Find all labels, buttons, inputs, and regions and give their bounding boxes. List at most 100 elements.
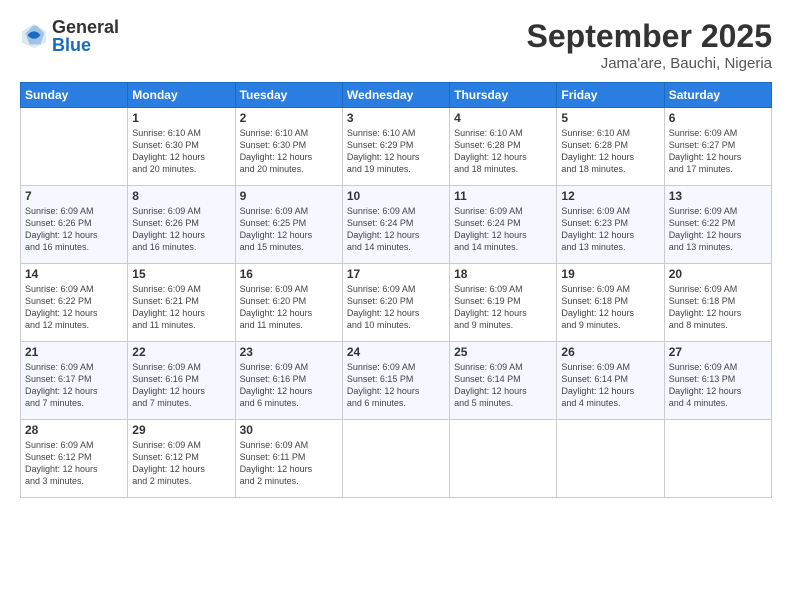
day-number: 10 xyxy=(347,189,445,203)
day-info: Sunrise: 6:09 AM Sunset: 6:16 PM Dayligh… xyxy=(132,361,230,410)
day-info: Sunrise: 6:09 AM Sunset: 6:15 PM Dayligh… xyxy=(347,361,445,410)
day-info: Sunrise: 6:09 AM Sunset: 6:27 PM Dayligh… xyxy=(669,127,767,176)
col-header-monday: Monday xyxy=(128,83,235,108)
day-cell: 14Sunrise: 6:09 AM Sunset: 6:22 PM Dayli… xyxy=(21,264,128,342)
col-header-thursday: Thursday xyxy=(450,83,557,108)
day-cell: 2 Sunrise: 6:10 AM Sunset: 6:30 PM Daylig… xyxy=(235,108,342,186)
day-info: Sunrise: 6:09 AM Sunset: 6:12 PM Dayligh… xyxy=(132,439,230,488)
day-cell: 3Sunrise: 6:10 AM Sunset: 6:29 PM Daylig… xyxy=(342,108,449,186)
day-cell: 7Sunrise: 6:09 AM Sunset: 6:26 PM Daylig… xyxy=(21,186,128,264)
day-cell: 30 Sunrise: 6:09 AM Sunset: 6:11 PM Dayli… xyxy=(235,420,342,498)
day-number: 19 xyxy=(561,267,659,281)
title-block: September 2025 Jama'are, Bauchi, Nigeria xyxy=(527,18,772,72)
day-number: 2 xyxy=(240,111,338,125)
day-cell: 22 Sunrise: 6:09 AM Sunset: 6:16 PM Dayli… xyxy=(128,342,235,420)
day-info: Sunrise: 6:10 AM Sunset: 6:28 PM Dayligh… xyxy=(454,127,552,176)
day-number: 23 xyxy=(240,345,338,359)
day-number: 12 xyxy=(561,189,659,203)
day-cell: 9 Sunrise: 6:09 AM Sunset: 6:25 PM Daylig… xyxy=(235,186,342,264)
day-info: Sunrise: 6:09 AM Sunset: 6:24 PM Dayligh… xyxy=(454,205,552,254)
day-info: Sunrise: 6:09 AM Sunset: 6:25 PM Dayligh… xyxy=(240,205,338,254)
day-info: Sunrise: 6:09 AM Sunset: 6:16 PM Dayligh… xyxy=(240,361,338,410)
week-row-4: 21 Sunrise: 6:09 AM Sunset: 6:17 PM Dayli… xyxy=(21,342,772,420)
day-number: 22 xyxy=(132,345,230,359)
day-number: 3 xyxy=(347,111,445,125)
day-info: Sunrise: 6:09 AM Sunset: 6:11 PM Dayligh… xyxy=(240,439,338,488)
day-info: Sunrise: 6:09 AM Sunset: 6:17 PM Dayligh… xyxy=(25,361,123,410)
week-row-3: 14Sunrise: 6:09 AM Sunset: 6:22 PM Dayli… xyxy=(21,264,772,342)
day-info: Sunrise: 6:10 AM Sunset: 6:28 PM Dayligh… xyxy=(561,127,659,176)
day-cell: 6 Sunrise: 6:09 AM Sunset: 6:27 PM Daylig… xyxy=(664,108,771,186)
day-cell: 26 Sunrise: 6:09 AM Sunset: 6:14 PM Dayli… xyxy=(557,342,664,420)
day-cell: 18 Sunrise: 6:09 AM Sunset: 6:19 PM Dayli… xyxy=(450,264,557,342)
day-info: Sunrise: 6:09 AM Sunset: 6:22 PM Dayligh… xyxy=(669,205,767,254)
day-cell: 28Sunrise: 6:09 AM Sunset: 6:12 PM Dayli… xyxy=(21,420,128,498)
day-cell: 8 Sunrise: 6:09 AM Sunset: 6:26 PM Daylig… xyxy=(128,186,235,264)
day-cell: 17Sunrise: 6:09 AM Sunset: 6:20 PM Dayli… xyxy=(342,264,449,342)
day-info: Sunrise: 6:09 AM Sunset: 6:26 PM Dayligh… xyxy=(132,205,230,254)
day-number: 4 xyxy=(454,111,552,125)
week-row-5: 28 Sunrise: 6:09 AM Sunset: 6:12 PM Dayli… xyxy=(21,420,772,498)
calendar: SundayMondayTuesdayWednesdayThursdayFrid… xyxy=(20,82,772,498)
day-number: 29 xyxy=(132,423,230,437)
day-info: Sunrise: 6:09 AM Sunset: 6:19 PM Dayligh… xyxy=(454,283,552,332)
col-header-tuesday: Tuesday xyxy=(235,83,342,108)
logo-icon xyxy=(20,22,48,50)
day-cell: 27Sunrise: 6:09 AM Sunset: 6:13 PM Dayli… xyxy=(664,342,771,420)
day-info: Sunrise: 6:09 AM Sunset: 6:14 PM Dayligh… xyxy=(561,361,659,410)
day-info: Sunrise: 6:09 AM Sunset: 6:23 PM Dayligh… xyxy=(561,205,659,254)
day-info: Sunrise: 6:09 AM Sunset: 6:18 PM Dayligh… xyxy=(561,283,659,332)
day-cell: 29 Sunrise: 6:09 AM Sunset: 6:12 PM Dayli… xyxy=(128,420,235,498)
week-row-1: 1 Sunrise: 6:10 AM Sunset: 6:30 PM Daylig… xyxy=(21,108,772,186)
day-number: 25 xyxy=(454,345,552,359)
logo-general: General xyxy=(52,18,119,36)
day-cell: 16 Sunrise: 6:09 AM Sunset: 6:20 PM Dayli… xyxy=(235,264,342,342)
day-cell: 15Sunrise: 6:09 AM Sunset: 6:21 PM Dayli… xyxy=(128,264,235,342)
day-number: 8 xyxy=(132,189,230,203)
day-number: 9 xyxy=(240,189,338,203)
day-info: Sunrise: 6:09 AM Sunset: 6:13 PM Dayligh… xyxy=(669,361,767,410)
logo-text: General Blue xyxy=(52,18,119,54)
subtitle: Jama'are, Bauchi, Nigeria xyxy=(527,55,772,72)
day-cell: 25 Sunrise: 6:09 AM Sunset: 6:14 PM Dayli… xyxy=(450,342,557,420)
day-cell xyxy=(664,420,771,498)
day-cell: 21 Sunrise: 6:09 AM Sunset: 6:17 PM Dayli… xyxy=(21,342,128,420)
day-number: 16 xyxy=(240,267,338,281)
day-cell: 1 Sunrise: 6:10 AM Sunset: 6:30 PM Daylig… xyxy=(128,108,235,186)
day-info: Sunrise: 6:09 AM Sunset: 6:24 PM Dayligh… xyxy=(347,205,445,254)
day-info: Sunrise: 6:09 AM Sunset: 6:18 PM Dayligh… xyxy=(669,283,767,332)
day-number: 28 xyxy=(25,423,123,437)
col-header-sunday: Sunday xyxy=(21,83,128,108)
day-cell: 19 Sunrise: 6:09 AM Sunset: 6:18 PM Dayli… xyxy=(557,264,664,342)
day-info: Sunrise: 6:09 AM Sunset: 6:26 PM Dayligh… xyxy=(25,205,123,254)
col-header-friday: Friday xyxy=(557,83,664,108)
day-cell: 5Sunrise: 6:10 AM Sunset: 6:28 PM Daylig… xyxy=(557,108,664,186)
day-number: 1 xyxy=(132,111,230,125)
day-cell: 11 Sunrise: 6:09 AM Sunset: 6:24 PM Dayli… xyxy=(450,186,557,264)
day-info: Sunrise: 6:10 AM Sunset: 6:30 PM Dayligh… xyxy=(240,127,338,176)
header: General Blue September 2025 Jama'are, Ba… xyxy=(20,18,772,72)
logo-blue: Blue xyxy=(52,36,119,54)
day-number: 15 xyxy=(132,267,230,281)
day-number: 26 xyxy=(561,345,659,359)
month-title: September 2025 xyxy=(527,18,772,55)
day-info: Sunrise: 6:10 AM Sunset: 6:30 PM Dayligh… xyxy=(132,127,230,176)
day-info: Sunrise: 6:09 AM Sunset: 6:14 PM Dayligh… xyxy=(454,361,552,410)
day-number: 11 xyxy=(454,189,552,203)
day-cell: 20 Sunrise: 6:09 AM Sunset: 6:18 PM Dayli… xyxy=(664,264,771,342)
day-cell: 12 Sunrise: 6:09 AM Sunset: 6:23 PM Dayli… xyxy=(557,186,664,264)
day-cell: 24Sunrise: 6:09 AM Sunset: 6:15 PM Dayli… xyxy=(342,342,449,420)
day-cell xyxy=(557,420,664,498)
day-number: 21 xyxy=(25,345,123,359)
day-number: 14 xyxy=(25,267,123,281)
logo: General Blue xyxy=(20,18,119,54)
day-number: 30 xyxy=(240,423,338,437)
day-number: 6 xyxy=(669,111,767,125)
day-cell: 23 Sunrise: 6:09 AM Sunset: 6:16 PM Dayli… xyxy=(235,342,342,420)
day-cell: 13 Sunrise: 6:09 AM Sunset: 6:22 PM Dayli… xyxy=(664,186,771,264)
day-number: 13 xyxy=(669,189,767,203)
day-number: 20 xyxy=(669,267,767,281)
day-cell xyxy=(21,108,128,186)
day-info: Sunrise: 6:09 AM Sunset: 6:20 PM Dayligh… xyxy=(240,283,338,332)
day-number: 18 xyxy=(454,267,552,281)
